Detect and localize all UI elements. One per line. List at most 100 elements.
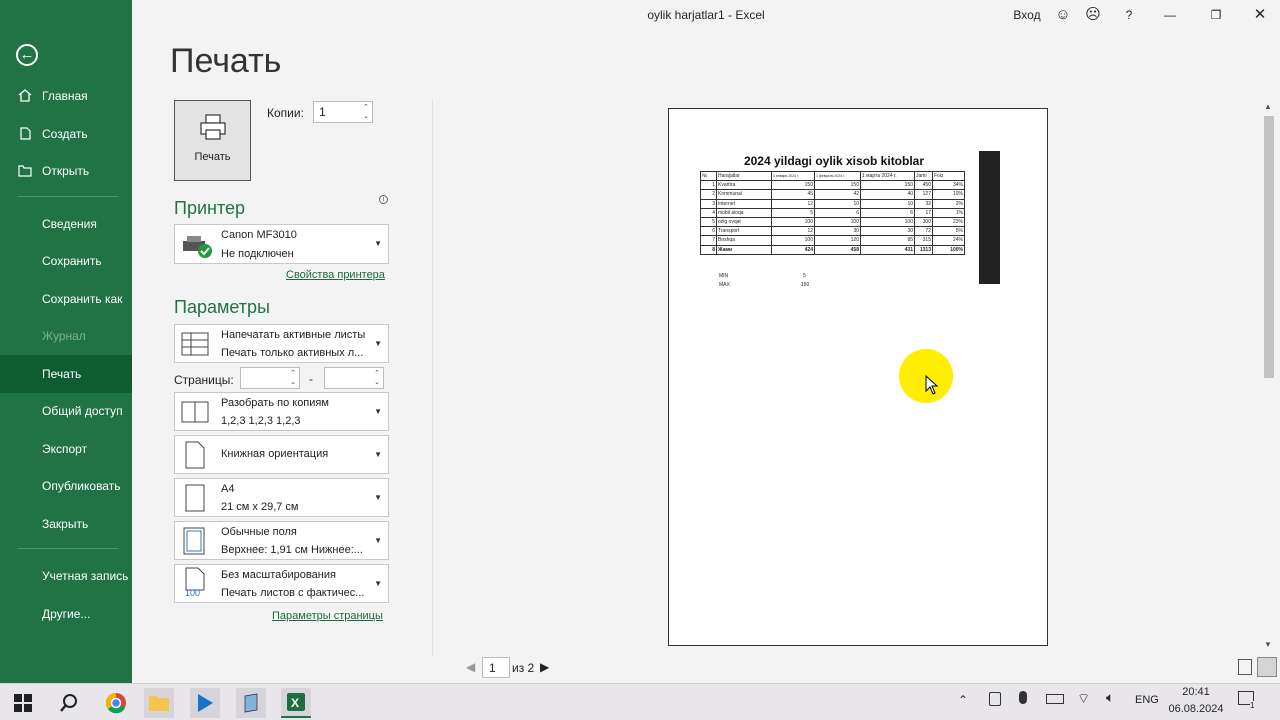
printer-status-icon xyxy=(183,236,212,258)
volume-icon[interactable]: 🔈︎ xyxy=(1106,689,1114,706)
cell: 7 xyxy=(700,235,717,246)
excel-taskbar-icon[interactable]: X xyxy=(281,688,311,718)
tray-chevron-icon[interactable]: ⌃ xyxy=(958,693,968,707)
print-button[interactable]: Печать xyxy=(174,100,251,181)
nav-item-more[interactable]: Другие... xyxy=(0,595,132,633)
language-indicator[interactable]: ENG xyxy=(1135,694,1159,706)
cell: Boshqa xyxy=(716,235,772,246)
spin-down-icon[interactable]: ⌄ xyxy=(363,112,369,120)
scroll-thumb[interactable] xyxy=(1264,116,1274,378)
nav-item-publish[interactable]: Опубликовать xyxy=(0,467,132,505)
folder-open-icon xyxy=(18,165,32,177)
prev-page-icon[interactable]: ◀ xyxy=(466,660,475,674)
copies-spinner[interactable]: 1 ⌃ ⌄ xyxy=(313,101,373,123)
notification-count: 1 xyxy=(1250,701,1255,710)
meet-now-icon[interactable] xyxy=(989,692,1001,706)
table-header-row: № Harajatlar 1 января 2024 г. 1 февраля … xyxy=(700,170,965,182)
margins-dropdown[interactable]: Обычные поля Верхнее: 1,91 см Нижнее:...… xyxy=(174,521,389,560)
spin-down-icon[interactable]: ⌄ xyxy=(290,378,296,386)
scaling-dropdown[interactable]: 100 Без масштабирования Печать листов с … xyxy=(174,564,389,603)
notepad-icon[interactable] xyxy=(236,688,266,718)
nav-item-label: Сохранить xyxy=(42,254,102,268)
smile-icon[interactable]: ☺ xyxy=(1054,4,1072,26)
close-icon[interactable]: ✕ xyxy=(1248,4,1272,26)
expense-table: № Harajatlar 1 января 2024 г. 1 февраля … xyxy=(700,170,965,255)
sign-in-link[interactable]: Вход xyxy=(1010,4,1044,26)
cell: 10% xyxy=(932,189,965,200)
nav-item-save[interactable]: Сохранить xyxy=(0,242,132,280)
pages-to-input[interactable]: ⌃ ⌄ xyxy=(324,367,384,389)
nav-item-new[interactable]: Создать xyxy=(0,115,132,153)
frown-icon[interactable]: ☹ xyxy=(1084,4,1102,26)
battery-icon[interactable] xyxy=(1046,694,1064,704)
table-row: 6 Transport 12 30 30 72 5% xyxy=(700,226,965,237)
nav-item-home[interactable]: Главная xyxy=(0,77,132,115)
zoom-to-page-icon[interactable] xyxy=(1257,657,1277,677)
spin-up-icon[interactable]: ⌃ xyxy=(290,369,296,377)
printer-properties-link[interactable]: Свойства принтера xyxy=(286,269,385,281)
portrait-page-icon xyxy=(185,441,205,469)
paper-size-dropdown[interactable]: A4 21 см x 29,7 см ▼ xyxy=(174,478,389,517)
nav-item-account[interactable]: Учетная запись xyxy=(0,557,132,595)
nav-item-share[interactable]: Общий доступ xyxy=(0,392,132,430)
nav-item-save-as[interactable]: Сохранить как xyxy=(0,280,132,318)
microphone-icon[interactable] xyxy=(1019,691,1027,704)
setting-line1: Обычные поля xyxy=(221,526,297,538)
windows-start-icon[interactable] xyxy=(8,688,38,718)
page-setup-link[interactable]: Параметры страницы xyxy=(272,610,383,622)
media-player-icon[interactable] xyxy=(190,688,220,718)
setting-line2: 21 см x 29,7 см xyxy=(221,501,299,513)
scroll-down-icon[interactable]: ▼ xyxy=(1264,640,1272,649)
wifi-icon[interactable]: ⌔ xyxy=(1077,690,1090,708)
nav-item-label: Сохранить как xyxy=(42,292,123,306)
file-explorer-icon[interactable] xyxy=(144,688,174,718)
cell: 6 xyxy=(700,226,717,237)
header-cell: Harajatlar xyxy=(716,170,772,182)
nav-item-label: Опубликовать xyxy=(42,479,121,493)
print-what-dropdown[interactable]: Напечатать активные листы Печать только … xyxy=(174,324,389,363)
cell: Жами xyxy=(716,244,772,255)
restore-icon[interactable]: ❐ xyxy=(1204,4,1228,26)
scroll-up-icon[interactable]: ▲ xyxy=(1264,102,1272,111)
pages-from-input[interactable]: ⌃ ⌄ xyxy=(240,367,300,389)
cell: ozig ovqat xyxy=(716,216,772,228)
printer-dropdown[interactable]: Canon MF3010 Не подключен ▼ xyxy=(174,224,389,264)
clock-date[interactable]: 06.08.2024 xyxy=(1168,703,1224,715)
min-value: 5 xyxy=(803,273,806,279)
preview-scrollbar[interactable]: ▲ ▼ xyxy=(1262,102,1276,652)
cell: 120 xyxy=(814,235,861,246)
minimize-icon[interactable]: — xyxy=(1158,4,1182,26)
dropdown-arrow-icon: ▼ xyxy=(374,339,382,348)
sheet-title: 2024 yildagi oylik xisob kitoblar xyxy=(743,154,925,168)
page-number-input[interactable]: 1 xyxy=(482,657,510,678)
nav-item-close[interactable]: Закрыть xyxy=(0,505,132,543)
title-bar: oylik harjatlar1 - Excel Вход ☺ ☹ ? — ❐ … xyxy=(132,0,1280,30)
back-arrow-icon[interactable]: ← xyxy=(16,44,38,66)
header-cell: 1 января 2024 г. xyxy=(771,170,815,182)
help-button[interactable]: ? xyxy=(1120,4,1138,26)
nav-item-open[interactable]: Открыть xyxy=(0,152,132,190)
next-page-icon[interactable]: ▶ xyxy=(540,660,549,674)
nav-item-info[interactable]: Сведения xyxy=(0,205,132,243)
cell: 100 xyxy=(860,216,915,228)
orientation-dropdown[interactable]: Книжная ориентация ▼ xyxy=(174,435,389,474)
show-margins-icon[interactable] xyxy=(1238,659,1252,675)
info-icon[interactable]: i xyxy=(379,195,388,204)
nav-item-export[interactable]: Экспорт xyxy=(0,430,132,468)
header-cell: Jami xyxy=(914,170,933,182)
spin-up-icon[interactable]: ⌃ xyxy=(363,103,369,111)
chrome-icon[interactable] xyxy=(101,688,131,718)
search-icon[interactable] xyxy=(54,688,84,718)
cell: Kvartira xyxy=(716,180,772,191)
cell: 5 xyxy=(771,207,815,218)
page-total: из 2 xyxy=(512,661,535,675)
spin-down-icon[interactable]: ⌄ xyxy=(374,378,380,386)
nav-item-print[interactable]: Печать xyxy=(0,355,132,393)
collate-dropdown[interactable]: Разобрать по копиям 1,2,3 1,2,3 1,2,3 ▼ xyxy=(174,392,389,431)
cell: 1313 xyxy=(914,244,933,255)
paper-size-icon xyxy=(185,484,205,512)
cell: 2% xyxy=(932,198,965,209)
printer-section-title: Принтер xyxy=(174,198,246,218)
clock-time[interactable]: 20:41 xyxy=(1168,686,1224,698)
spin-up-icon[interactable]: ⌃ xyxy=(374,369,380,377)
